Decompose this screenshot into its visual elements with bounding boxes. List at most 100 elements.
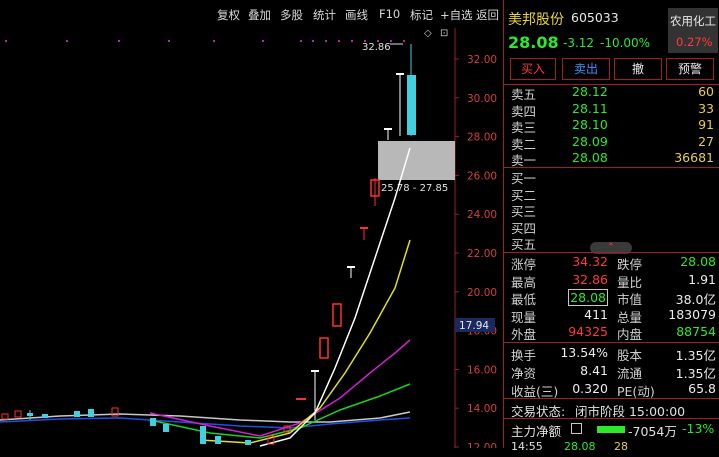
industry-name: 农用化工 bbox=[670, 14, 716, 28]
diamond-icon[interactable]: ◇ bbox=[424, 28, 432, 39]
ma-gray-line bbox=[0, 411, 411, 423]
stat-value: 65.8 bbox=[688, 381, 716, 396]
sell-level-row: 卖二 28.09 27 bbox=[504, 134, 719, 152]
toolbar-huaxian[interactable]: 画线 bbox=[345, 7, 368, 23]
buy-button[interactable]: 买入 bbox=[510, 58, 556, 80]
sell-level-price: 28.12 bbox=[572, 84, 608, 99]
buy-level-label: 买五 bbox=[511, 237, 537, 252]
stat-value: 28.08 bbox=[680, 254, 716, 269]
stat-value: 32.86 bbox=[572, 271, 608, 287]
candle bbox=[407, 75, 416, 135]
last-price: 28.08 bbox=[508, 33, 559, 52]
candle bbox=[74, 411, 80, 417]
candle bbox=[245, 440, 251, 445]
price-change: -3.12 bbox=[563, 36, 595, 50]
industry-pct: 0.27% bbox=[676, 35, 713, 49]
sell-level-price: 28.10 bbox=[572, 117, 608, 132]
toolbar-diejia[interactable]: 叠加 bbox=[248, 7, 271, 23]
candle bbox=[332, 303, 342, 327]
candle bbox=[14, 410, 22, 418]
alert-button[interactable]: 预警 bbox=[666, 58, 714, 80]
ma-yellow-line bbox=[199, 239, 411, 444]
sell-level-price: 28.11 bbox=[572, 100, 608, 116]
stat-row: 涨停 34.32 跌停 28.08 bbox=[504, 254, 719, 272]
stat-row: 净资 8.41 流通 1.35亿 bbox=[504, 363, 719, 381]
candle bbox=[88, 409, 94, 417]
range-label: 25.78 - 27.85 bbox=[381, 183, 448, 194]
candle bbox=[163, 424, 169, 432]
y-tick-label: 22.00 bbox=[467, 248, 497, 260]
top-markers bbox=[5, 40, 405, 42]
divider bbox=[504, 342, 719, 343]
y-tick-label: 12.00 bbox=[467, 442, 497, 448]
high-label: 32.86 bbox=[362, 42, 391, 53]
main-flow-value: -7054万 bbox=[628, 424, 677, 439]
stat-label: 跌停 bbox=[617, 257, 643, 272]
sell-button[interactable]: 卖出 bbox=[562, 58, 610, 80]
y-axis: 32.0030.0028.0026.0024.0022.0020.0018.00… bbox=[455, 54, 497, 448]
stat-value: 8.41 bbox=[580, 363, 608, 378]
y-tick-label: 24.00 bbox=[467, 209, 497, 221]
tick-row: 14:55 28.08 28 bbox=[504, 440, 719, 457]
stat-row: 收益(三) 0.320 PE(动) 65.8 bbox=[504, 381, 719, 399]
stat-value: 183079 bbox=[668, 306, 716, 322]
stat-value: 34.32 bbox=[572, 254, 608, 269]
stat-label: 流通 bbox=[617, 366, 643, 381]
tick-vol: 28 bbox=[614, 440, 628, 453]
stat-label: 换手 bbox=[511, 348, 537, 363]
candle bbox=[1, 413, 9, 420]
candle bbox=[360, 227, 368, 229]
stat-row: 换手 13.54% 股本 1.35亿 bbox=[504, 345, 719, 363]
candle bbox=[150, 418, 156, 426]
y-tick-label: 26.00 bbox=[467, 170, 497, 182]
candle bbox=[319, 337, 329, 359]
candle bbox=[27, 413, 33, 416]
stat-value: 94325 bbox=[568, 324, 608, 339]
stat-label: 最低 bbox=[511, 292, 537, 307]
divider bbox=[504, 418, 719, 419]
toolbar-back[interactable]: 返回 bbox=[476, 7, 499, 23]
candle bbox=[311, 370, 319, 372]
current-price-value: 17.94 bbox=[459, 320, 489, 332]
y-tick-label: 32.00 bbox=[467, 54, 497, 66]
candles bbox=[1, 44, 416, 445]
sell-level-volume: 60 bbox=[698, 84, 714, 99]
stat-label: 最高 bbox=[511, 274, 537, 290]
sell-level-volume: 33 bbox=[698, 100, 714, 116]
candle bbox=[215, 436, 221, 444]
stat-label: 涨停 bbox=[511, 257, 537, 272]
stat-row: 现量 411 总量 183079 bbox=[504, 306, 719, 325]
sell-level-row: 卖五 28.12 60 bbox=[504, 84, 719, 102]
stat-label: 净资 bbox=[511, 366, 537, 381]
y-tick-label: 14.00 bbox=[467, 403, 497, 415]
industry-box[interactable]: 农用化工 0.27% bbox=[668, 8, 718, 53]
kline-chart[interactable]: ◇ ⊡ 32.00 30.00 28.00 26.00 24.00 22.00 20.00 1… bbox=[0, 28, 503, 448]
stat-label: 内盘 bbox=[617, 327, 643, 342]
toolbar-biaoji[interactable]: 标记 bbox=[410, 7, 433, 23]
stat-value: 1.35亿 bbox=[675, 348, 716, 363]
toolbar-f10[interactable]: F10 bbox=[379, 7, 400, 21]
stat-label: 量比 bbox=[617, 274, 643, 290]
stat-label: 外盘 bbox=[511, 327, 537, 342]
sell-level-price: 28.08 bbox=[572, 150, 608, 165]
stat-label: 总量 bbox=[617, 309, 643, 325]
buy-level-row: 买四 bbox=[504, 218, 719, 236]
toolbar-zixuan[interactable]: +自选 bbox=[440, 7, 473, 23]
toolbar-duogu[interactable]: 多股 bbox=[280, 7, 303, 23]
candle bbox=[384, 128, 392, 130]
toolbar-fuquan[interactable]: 复权 bbox=[217, 7, 240, 23]
cancel-button[interactable]: 撤 bbox=[614, 58, 662, 80]
candle bbox=[347, 266, 355, 268]
stock-code: 605033 bbox=[571, 10, 619, 25]
main-flow-label: 主力净额 bbox=[511, 424, 562, 439]
stat-value: 411 bbox=[584, 306, 608, 322]
toolbar-tongji[interactable]: 统计 bbox=[313, 7, 336, 23]
trade-status-row: 交易状态: 闭市阶段 15:00:00 bbox=[504, 401, 719, 419]
scroll-icon[interactable]: ⊡ bbox=[440, 28, 448, 39]
y-tick-label: 30.00 bbox=[467, 93, 497, 105]
stat-row: 最高 32.86 量比 1.91 bbox=[504, 271, 719, 290]
stat-label: 市值 bbox=[617, 292, 643, 307]
candle bbox=[200, 426, 206, 444]
sell-level-volume: 91 bbox=[698, 117, 714, 132]
flow-toggle-icon[interactable] bbox=[571, 423, 582, 434]
